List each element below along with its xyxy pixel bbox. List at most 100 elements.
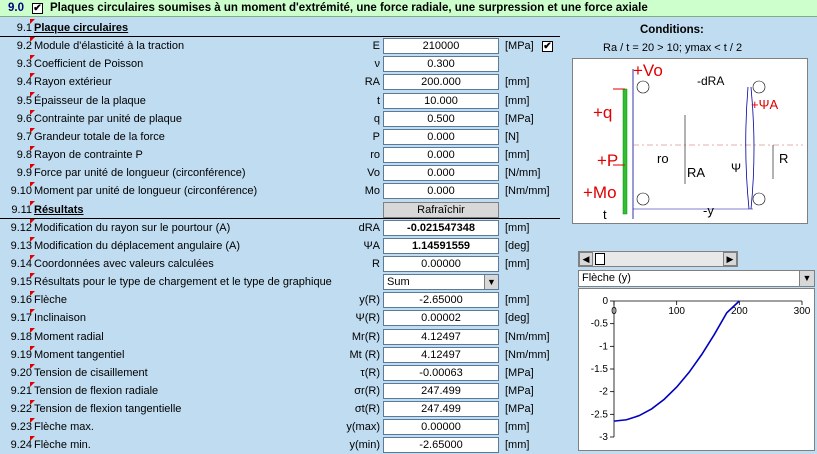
- row-value: 247.499: [383, 401, 499, 418]
- coordinate-scrollbar[interactable]: ◀ ▶: [578, 251, 738, 267]
- row-symbol: y(R): [359, 294, 380, 307]
- label-psia: +ΨA: [751, 97, 779, 112]
- row-label: Rayon de contrainte P: [34, 149, 143, 162]
- row-value[interactable]: 0.000: [383, 147, 499, 164]
- row-number: 9.12: [10, 221, 32, 234]
- x-tick-label: 100: [668, 306, 685, 317]
- row-value: 0.00002: [383, 310, 499, 327]
- refresh-button[interactable]: Rafraîchir: [383, 201, 499, 218]
- row-label: Tension de cisaillement: [34, 366, 148, 379]
- row-symbol: ΨA: [363, 239, 380, 252]
- row-9-5: 9.5 Épaisseur de la plaque t 10.000 [mm]: [0, 91, 560, 110]
- row-unit: [mm]: [505, 94, 530, 107]
- row-symbol: t: [376, 94, 380, 107]
- row-9-4: 9.4 Rayon extérieur RA 200.000 [mm]: [0, 73, 560, 91]
- row-symbol: RA: [364, 76, 380, 89]
- row-number: 9.15: [10, 276, 32, 289]
- row-9-24: 9.24 Flèche min. y(min) -2.65000 [mm]: [0, 436, 560, 454]
- row-value: -2.65000: [383, 292, 499, 309]
- row-symbol: P: [372, 130, 380, 143]
- row-value: 4.12497: [383, 328, 499, 345]
- row-9-6: 9.6 Contrainte par unité de plaque q 0.500 […: [0, 109, 560, 128]
- row-number: 9.24: [10, 439, 32, 452]
- row-unit: [Nm/mm]: [505, 348, 550, 361]
- row-value[interactable]: 0.500: [383, 110, 499, 127]
- row-number: 9.5: [16, 94, 32, 107]
- row-label: Épaisseur de la plaque: [34, 94, 146, 107]
- scroll-left-button[interactable]: ◀: [579, 252, 593, 266]
- row-label: Inclinaison: [34, 312, 86, 325]
- row-value[interactable]: 0.000: [383, 183, 499, 200]
- y-tick-label: 0: [602, 296, 608, 307]
- deflection-chart-svg: 0 100 200 3000-0.5-1-1.5-2-2.5-3: [591, 296, 811, 443]
- row-value[interactable]: 0.000: [383, 165, 499, 182]
- row-number: 9.22: [10, 403, 32, 416]
- deflection-chart: 0 100 200 300 0 -0.5 -1 -1.5 -2 -2.5 -3: [578, 288, 815, 451]
- row-value: 0.00000: [383, 255, 499, 272]
- row-unit: [N/mm]: [505, 167, 541, 180]
- label-p: +P: [597, 151, 619, 170]
- row-number: 9.19: [10, 348, 32, 361]
- title-checkbox[interactable]: ✔: [32, 3, 43, 14]
- row-value[interactable]: 210000: [383, 38, 499, 55]
- row-number: 9.17: [10, 312, 32, 325]
- row-number: 9.6: [16, 112, 32, 125]
- row-label: Coefficient de Poisson: [34, 58, 144, 71]
- row-unit: [mm]: [505, 76, 530, 89]
- scroll-thumb[interactable]: [595, 253, 605, 265]
- row-symbol: ro: [370, 149, 380, 162]
- label-psi: Ψ: [731, 161, 742, 175]
- row-label: Modification du rayon sur le pourtour (A…: [34, 221, 231, 234]
- row-symbol: ν: [374, 58, 381, 71]
- condition-checkbox[interactable]: ✔: [542, 41, 553, 52]
- row-symbol: dRA: [358, 221, 380, 234]
- scroll-right-button[interactable]: ▶: [723, 252, 737, 266]
- row-value[interactable]: 0.000: [383, 128, 499, 145]
- section-number: 9.0: [8, 2, 24, 14]
- row-value: 247.499: [383, 383, 499, 399]
- row-unit: [deg]: [505, 239, 530, 252]
- row-unit: [Nm/mm]: [505, 185, 550, 198]
- conditions-text: Ra / t = 20 > 10; ymax < t / 2: [603, 42, 743, 54]
- row-symbol: R: [372, 257, 380, 270]
- row-9-15: 9.15 Résultats pour le type de chargement…: [0, 273, 560, 291]
- row-label: Grandeur totale de la force: [34, 130, 165, 143]
- x-tick-label: 0: [611, 306, 617, 317]
- row-number: 9.2: [16, 40, 32, 53]
- label-ra: RA: [687, 165, 706, 180]
- row-number: 9.16: [10, 294, 32, 307]
- label-q: +q: [593, 103, 613, 122]
- row-label: Module d'élasticité à la traction: [34, 40, 185, 53]
- row-symbol: Mt (R): [349, 348, 380, 361]
- row-symbol: Ψ(R): [355, 312, 380, 325]
- load-type-select[interactable]: Sum ▼: [383, 274, 499, 291]
- row-number: 9.23: [10, 421, 32, 434]
- chevron-down-icon[interactable]: ▼: [799, 271, 814, 286]
- row-label: Tension de flexion radiale: [34, 385, 159, 397]
- row-symbol: σt(R): [354, 403, 380, 416]
- row-number: 9.10: [10, 185, 32, 198]
- row-value: -0.021547348: [383, 219, 499, 236]
- graph-type-select[interactable]: Flèche (y) ▼: [578, 270, 815, 287]
- row-value: 4.12497: [383, 346, 499, 363]
- row-9-7: 9.7 Grandeur totale de la force P 0.000 [N]: [0, 127, 560, 146]
- row-unit: [mm]: [505, 257, 530, 270]
- row-label: Flèche min.: [34, 439, 91, 452]
- row-label: Force par unité de longueur (circonféren…: [34, 167, 246, 180]
- row-number: 9.18: [10, 330, 32, 343]
- title-bar: 9.0 ✔ Plaques circulaires soumises à un …: [0, 0, 817, 17]
- label-y: -y: [703, 203, 714, 218]
- row-value[interactable]: 200.000: [383, 74, 499, 91]
- row-9-21: 9.21 Tension de flexion radiale σr(R) 247.4…: [0, 382, 560, 400]
- row-unit: [mm]: [505, 294, 530, 307]
- row-label: Moment radial: [34, 330, 104, 343]
- row-value[interactable]: 0.300: [383, 56, 499, 73]
- row-symbol: Mr(R): [351, 330, 380, 343]
- plate-diagram: +Vo -dRA +ΨA +q +P ro RA Ψ R +Mo t -y: [572, 58, 808, 224]
- row-value: 0.00000: [383, 419, 499, 436]
- row-unit: [mm]: [505, 421, 530, 434]
- row-value[interactable]: 10.000: [383, 92, 499, 109]
- row-number: 9.13: [10, 239, 32, 252]
- deflection-series-line: [613, 300, 740, 422]
- chevron-down-icon[interactable]: ▼: [484, 275, 498, 290]
